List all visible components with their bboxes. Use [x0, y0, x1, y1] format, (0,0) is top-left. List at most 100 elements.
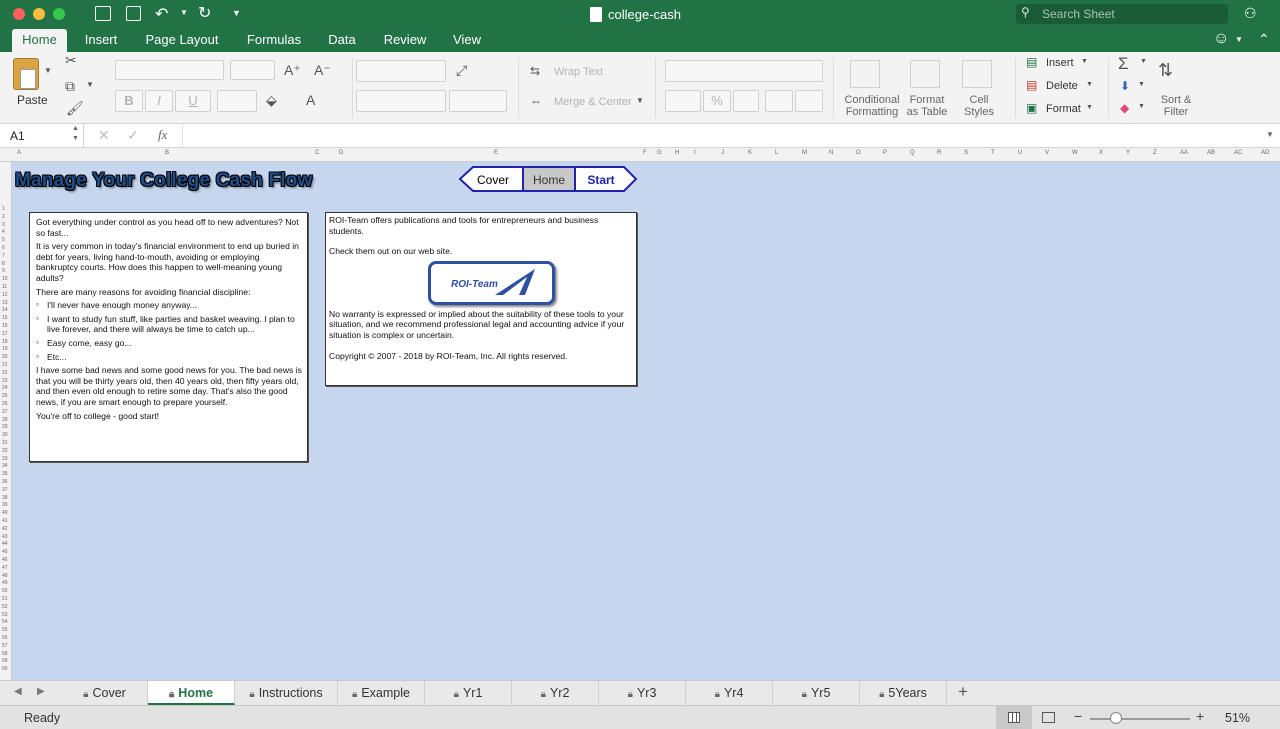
column-header[interactable]: I	[694, 150, 696, 156]
tab-data[interactable]: Data	[322, 29, 362, 52]
row-header[interactable]: 57	[2, 643, 8, 649]
add-sheet-button[interactable]: +	[958, 682, 968, 702]
sheet-tab-example[interactable]: 🔒︎ Example	[338, 681, 425, 705]
fill-color-icon[interactable]: ⬙	[266, 92, 277, 109]
row-header[interactable]: 36	[2, 479, 8, 485]
share-icon[interactable]: ⚇	[1244, 5, 1257, 22]
row-header[interactable]: 21	[2, 362, 8, 368]
cover-nav-button[interactable]: Cover	[471, 173, 515, 187]
format-painter-icon[interactable]: 🖌	[66, 100, 84, 117]
font-color-icon[interactable]: A	[306, 92, 315, 108]
autosum-dropdown-icon[interactable]: ▼	[1140, 58, 1147, 65]
format-as-table-label[interactable]: Format as Table	[904, 94, 950, 118]
previous-sheet-icon[interactable]: ◀	[14, 686, 22, 697]
row-header[interactable]: 4	[2, 229, 5, 235]
increase-font-icon[interactable]: A⁺	[284, 62, 301, 79]
sheet-tab-yr4[interactable]: 🔒︎ Yr4	[686, 681, 773, 705]
home-nav-button[interactable]: Home	[524, 173, 574, 187]
column-header[interactable]: N	[829, 150, 833, 156]
save-icon[interactable]	[126, 6, 141, 21]
format-cells-button[interactable]: Format	[1046, 103, 1081, 115]
paste-icon[interactable]	[13, 58, 39, 90]
row-header[interactable]: 39	[2, 502, 8, 508]
delete-cells-button[interactable]: Delete	[1046, 80, 1078, 92]
row-header[interactable]: 29	[2, 424, 8, 430]
row-header[interactable]: 56	[2, 635, 8, 641]
row-header[interactable]: 59	[2, 658, 8, 664]
column-header[interactable]: C	[315, 150, 319, 156]
row-header[interactable]: 47	[2, 565, 8, 571]
column-header[interactable]: AA	[1180, 150, 1188, 156]
row-header[interactable]: 35	[2, 471, 8, 477]
tab-view[interactable]: View	[446, 29, 488, 52]
cut-icon[interactable]: ✂	[65, 52, 77, 69]
column-header[interactable]: O	[856, 150, 861, 156]
fill-down-icon[interactable]: ⬇	[1120, 79, 1130, 93]
italic-button[interactable]: I	[145, 90, 173, 112]
column-header[interactable]: B	[165, 150, 169, 156]
row-header[interactable]: 53	[2, 612, 8, 618]
insert-dropdown-icon[interactable]: ▼	[1081, 58, 1088, 65]
conditional-formatting-label[interactable]: Conditional Formatting	[842, 94, 902, 118]
merge-center-button[interactable]: Merge & Center	[554, 96, 632, 108]
row-header[interactable]: 10	[2, 276, 8, 282]
row-header[interactable]: 14	[2, 307, 8, 313]
delete-dropdown-icon[interactable]: ▼	[1086, 81, 1093, 88]
sheet-tab-cover[interactable]: 🔒︎ Cover	[62, 681, 148, 705]
name-box[interactable]: A1 ▲ ▼	[0, 124, 84, 147]
row-header[interactable]: 52	[2, 604, 8, 610]
fill-dropdown-icon[interactable]: ▼	[1138, 81, 1145, 88]
wrap-text-button[interactable]: Wrap Text	[554, 66, 603, 78]
start-nav-button[interactable]: Start	[577, 173, 625, 187]
row-header[interactable]: 23	[2, 378, 8, 384]
column-header[interactable]: W	[1072, 150, 1078, 156]
borders-button[interactable]	[217, 90, 257, 112]
row-header[interactable]: 38	[2, 495, 8, 501]
zoom-slider[interactable]	[1090, 718, 1190, 720]
column-header[interactable]: E	[494, 150, 498, 156]
row-header[interactable]: 49	[2, 580, 8, 586]
column-header[interactable]: U	[1018, 150, 1022, 156]
column-header[interactable]: AB	[1207, 150, 1215, 156]
customize-toolbar-icon[interactable]: ▼	[232, 8, 241, 18]
column-header[interactable]: J	[721, 150, 724, 156]
insert-function-icon[interactable]: fx	[158, 127, 167, 143]
clear-eraser-icon[interactable]: ◆	[1120, 101, 1129, 115]
format-cells-icon[interactable]: ▣	[1026, 101, 1037, 115]
row-header[interactable]: 37	[2, 487, 8, 493]
row-header[interactable]: 44	[2, 541, 8, 547]
row-header[interactable]: 34	[2, 463, 8, 469]
insert-cells-button[interactable]: Insert	[1046, 57, 1074, 69]
row-header[interactable]: 16	[2, 323, 8, 329]
worksheet-grid[interactable]: A B C D E F G H I J K L M N O P Q R S T U V W X Y Z AA AB AC AD 12345…	[0, 148, 1280, 680]
sheet-tab-instructions[interactable]: 🔒︎ Instructions	[235, 681, 338, 705]
conditional-formatting-icon[interactable]	[850, 60, 880, 88]
column-header[interactable]: K	[748, 150, 752, 156]
tab-insert[interactable]: Insert	[78, 29, 124, 52]
copy-icon[interactable]: ⧉	[65, 78, 75, 95]
zoom-in-button[interactable]: +	[1196, 708, 1204, 724]
bold-button[interactable]: B	[115, 90, 143, 112]
sheet-tab-yr1[interactable]: 🔒︎ Yr1	[425, 681, 512, 705]
column-header[interactable]: AC	[1234, 150, 1242, 156]
row-header[interactable]: 25	[2, 393, 8, 399]
roi-team-logo[interactable]: ROI-Team	[428, 260, 555, 305]
normal-view-button[interactable]	[996, 706, 1032, 729]
enter-check-icon[interactable]: ✓	[127, 127, 139, 144]
delete-cells-icon[interactable]: ▤	[1026, 78, 1037, 92]
row-header[interactable]: 22	[2, 370, 8, 376]
column-header[interactable]: X	[1099, 150, 1103, 156]
copy-dropdown-icon[interactable]: ▼	[86, 80, 94, 89]
tab-formulas[interactable]: Formulas	[238, 29, 310, 52]
row-header[interactable]: 40	[2, 510, 8, 516]
row-header[interactable]: 33	[2, 456, 8, 462]
row-header[interactable]: 43	[2, 534, 8, 540]
row-header[interactable]: 6	[2, 245, 5, 251]
row-header[interactable]: 32	[2, 448, 8, 454]
insert-cells-icon[interactable]: ▤	[1026, 55, 1037, 69]
row-header[interactable]: 12	[2, 292, 8, 298]
feedback-dropdown-icon[interactable]: ▼	[1235, 35, 1243, 44]
column-header[interactable]: A	[17, 150, 21, 156]
row-header[interactable]: 3	[2, 222, 5, 228]
formula-input[interactable]	[182, 124, 1252, 147]
